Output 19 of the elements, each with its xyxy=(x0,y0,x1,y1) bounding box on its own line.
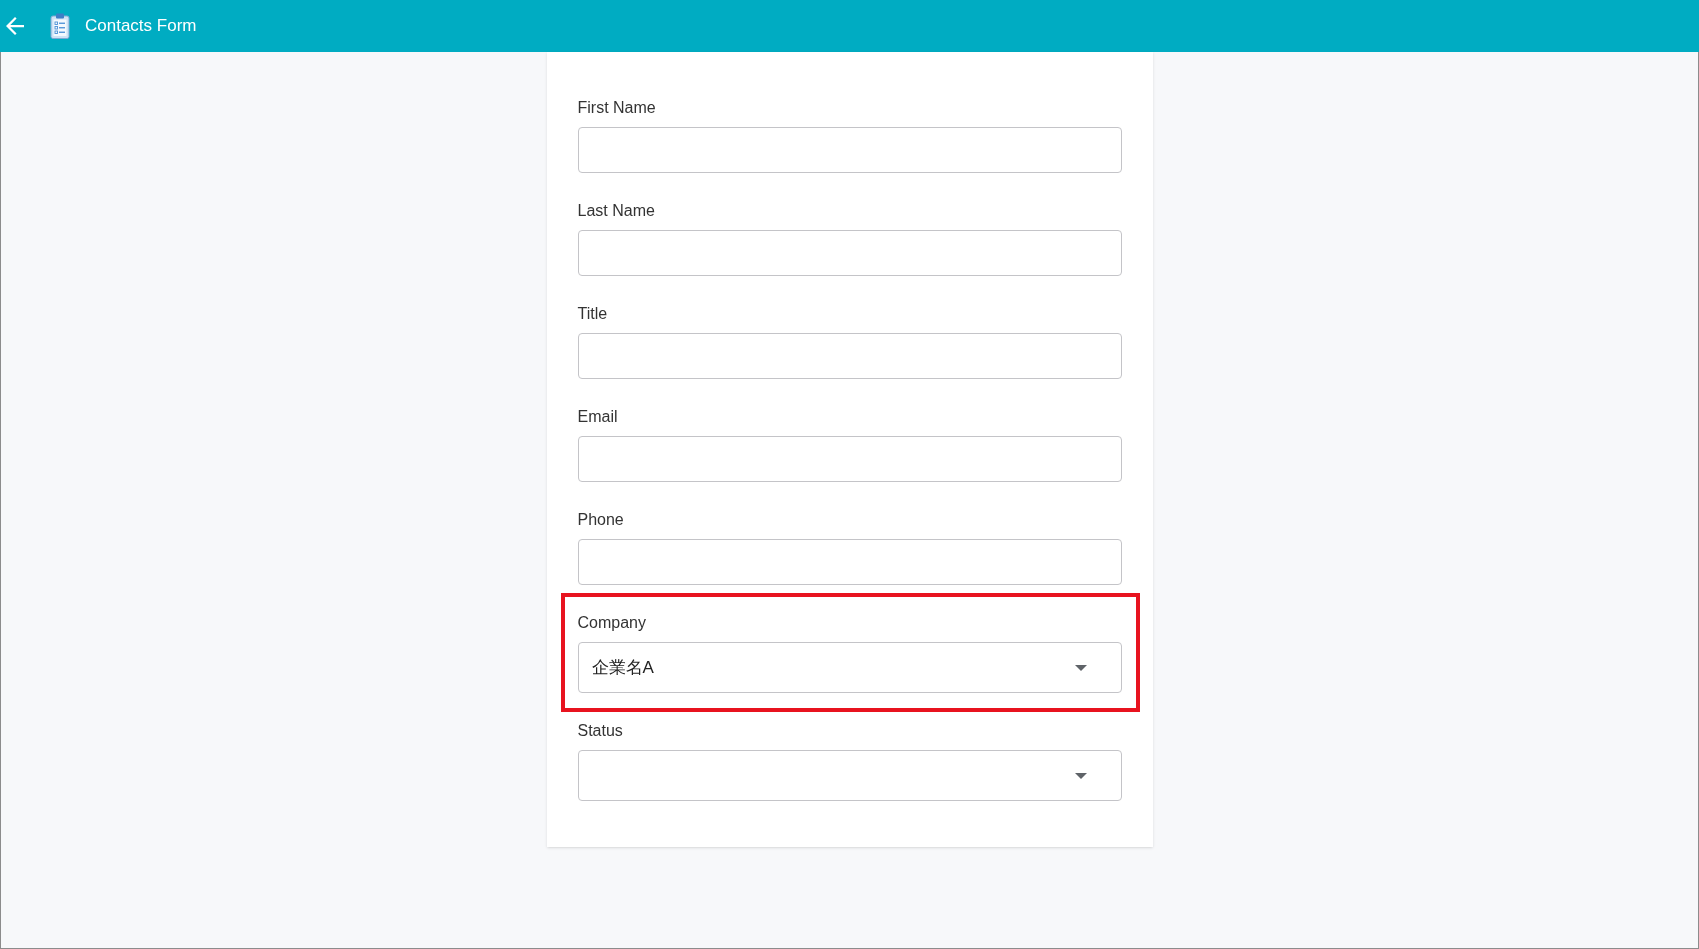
caret-down-icon xyxy=(1074,772,1087,779)
text-input[interactable] xyxy=(577,436,1122,482)
field-label: First Name xyxy=(577,98,657,118)
text-input[interactable] xyxy=(577,333,1122,379)
text-input[interactable] xyxy=(577,539,1122,585)
app-title: Contacts Form xyxy=(85,15,197,37)
field-label: Title xyxy=(577,304,609,324)
arrow-left-icon xyxy=(6,17,24,35)
dropdown-select[interactable] xyxy=(577,750,1122,801)
field-label: Phone xyxy=(577,510,625,530)
field-label: Company xyxy=(577,613,647,633)
field-label: Last Name xyxy=(577,201,656,221)
field-label: Email xyxy=(577,407,619,427)
dropdown-select[interactable]: 企業名A xyxy=(577,642,1122,693)
clipboard-icon xyxy=(50,13,70,39)
field-label: Status xyxy=(577,721,624,741)
text-input[interactable] xyxy=(577,230,1122,276)
caret-down-icon xyxy=(1074,664,1087,671)
text-input[interactable] xyxy=(577,127,1122,173)
